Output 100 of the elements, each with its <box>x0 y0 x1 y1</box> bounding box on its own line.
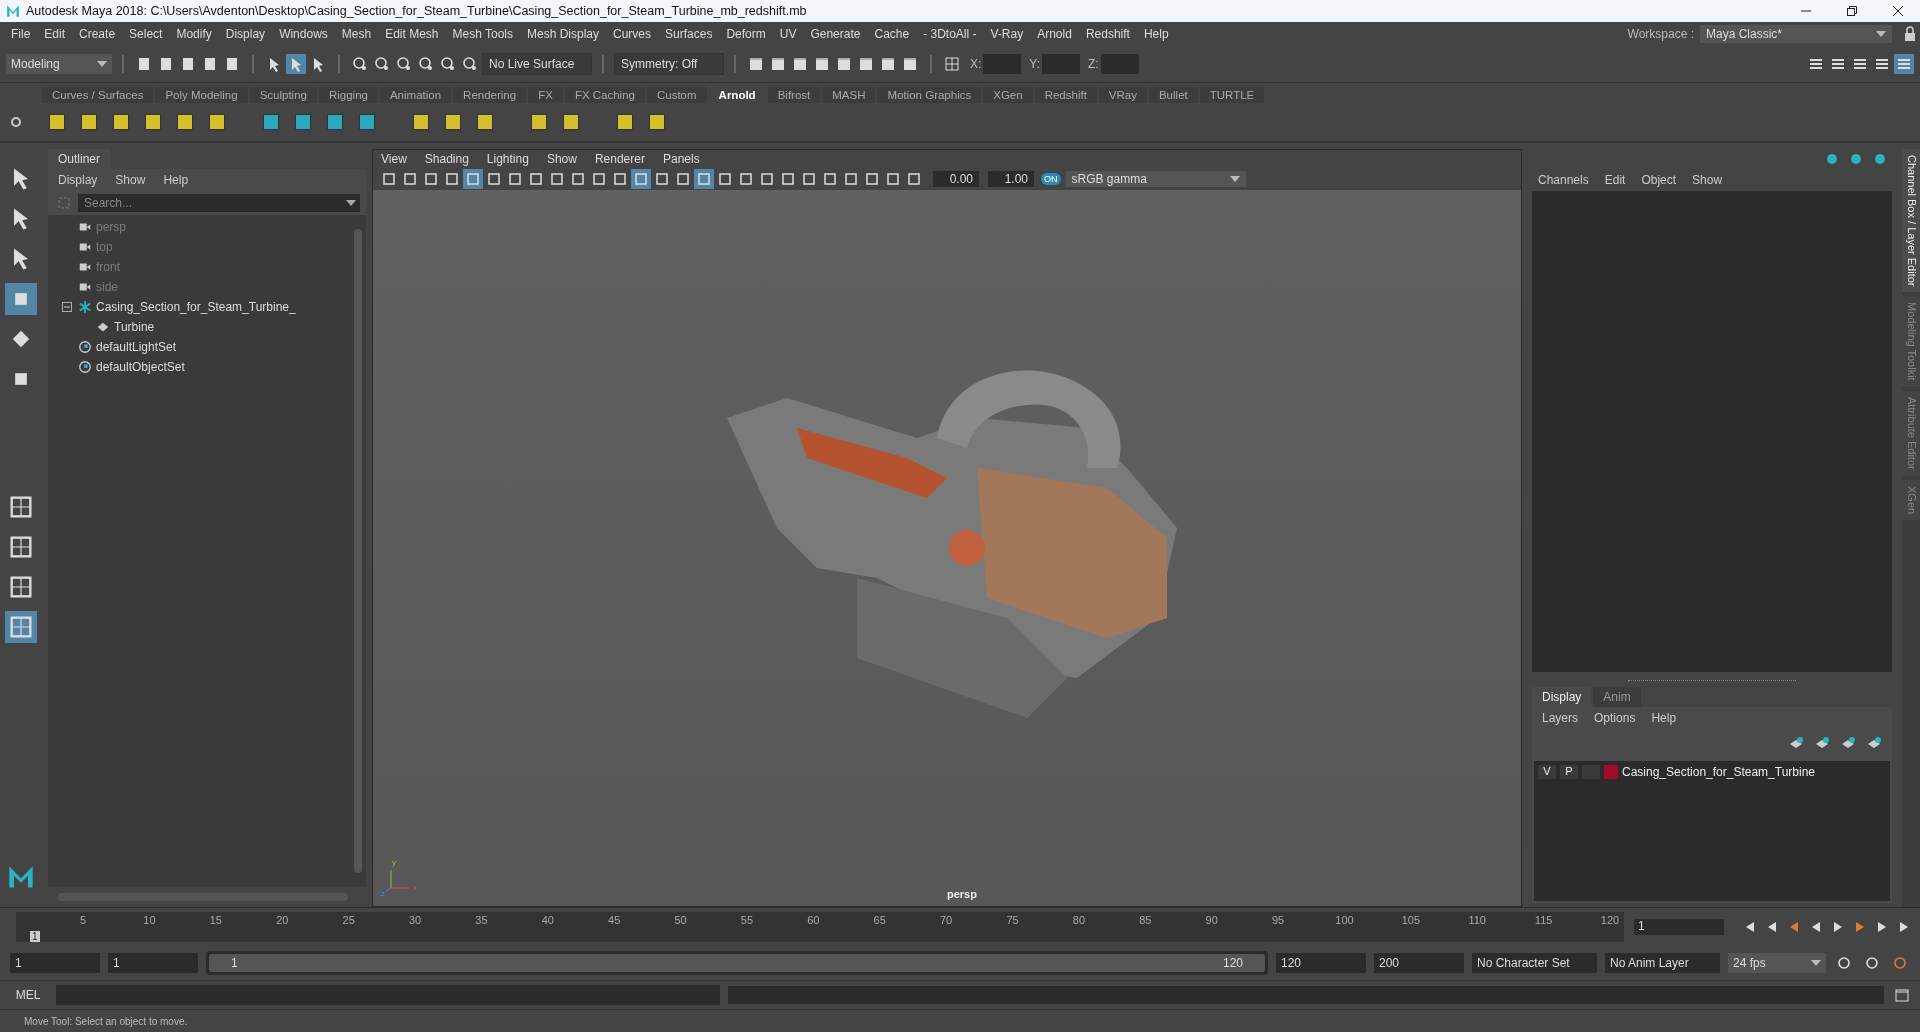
menu-item[interactable]: Surfaces <box>658 27 720 41</box>
menu-item[interactable]: Layers <box>1542 711 1579 725</box>
coordinate-field[interactable] <box>983 54 1022 74</box>
restore-icon[interactable] <box>1846 5 1858 17</box>
menu-item[interactable]: Shading <box>424 152 469 166</box>
shelf-tab[interactable]: MASH <box>822 87 876 103</box>
menu-item[interactable]: Edit Mesh <box>378 27 446 41</box>
shelf-tab[interactable]: Redshift <box>1034 87 1097 103</box>
shelf-tab[interactable]: VRay <box>1098 87 1147 103</box>
coordinate-field[interactable] <box>1042 54 1081 74</box>
menu-item[interactable]: Edit <box>1604 173 1626 187</box>
shelf-tab[interactable]: Sculpting <box>249 87 317 103</box>
shelf-tab[interactable]: Animation <box>379 87 452 103</box>
menu-item[interactable]: Show <box>1692 173 1723 187</box>
menu-item[interactable]: - 3DtoAll - <box>916 27 984 41</box>
coordinate-field[interactable] <box>1100 54 1139 74</box>
mel-language-button[interactable]: MEL <box>8 988 48 1002</box>
color-space-dropdown[interactable]: sRGB gamma <box>1065 171 1246 187</box>
shelf-tab[interactable]: Custom <box>646 87 707 103</box>
time-slider[interactable]: 1 5 10 15 20 25 30 35 40 45 50 55 60 65 70 75 80 85 90 95 100 105 110 115 120 <box>16 912 1624 942</box>
search-field[interactable]: Search... <box>78 194 360 212</box>
menu-item[interactable]: Panels <box>662 152 700 166</box>
menu-item[interactable]: Select <box>122 27 170 41</box>
menu-item[interactable]: Display <box>58 173 98 187</box>
visibility-toggle[interactable]: V <box>1538 765 1556 779</box>
gamma-field[interactable]: 1.00 <box>988 171 1034 187</box>
shelf-tab[interactable]: Rigging <box>318 87 378 103</box>
outliner-tab[interactable]: Outliner <box>48 149 111 169</box>
outliner-item[interactable]: Casing_Section_for_Steam_Turbine_ <box>96 300 296 314</box>
shelf-tab[interactable]: Bullet <box>1148 87 1198 103</box>
character-set-dropdown[interactable]: No Character Set <box>1472 953 1597 973</box>
menu-item[interactable]: Show <box>115 173 146 187</box>
vertical-scrollbar[interactable] <box>354 229 362 873</box>
caret-icon[interactable] <box>346 200 356 206</box>
playback-toggle[interactable]: P <box>1560 765 1578 779</box>
end-frame-field[interactable]: 200 <box>1374 953 1464 973</box>
outliner-item[interactable]: defaultObjectSet <box>96 360 185 374</box>
menu-item[interactable]: Deform <box>719 27 773 41</box>
anim-layer-dropdown[interactable]: No Anim Layer <box>1605 953 1720 973</box>
menu-item[interactable]: Mesh Display <box>520 27 607 41</box>
menu-item[interactable]: View <box>381 152 407 166</box>
menu-item[interactable]: UV <box>772 27 804 41</box>
frame-tick-label: 55 <box>740 914 754 928</box>
mode-dropdown[interactable]: Modeling <box>6 54 112 74</box>
shelf-tab[interactable]: XGen <box>983 87 1033 103</box>
shelf-tab[interactable]: Poly Modeling <box>155 87 248 103</box>
layer-editor-tab[interactable]: Anim <box>1593 687 1641 707</box>
menu-item[interactable]: Windows <box>272 27 335 41</box>
layer-editor-tab[interactable]: Display <box>1532 687 1592 707</box>
menu-item[interactable]: Help <box>163 173 189 187</box>
menu-item[interactable]: Renderer <box>594 152 645 166</box>
symmetry-dropdown[interactable]: Symmetry: Off <box>614 53 724 75</box>
current-frame-marker[interactable]: 1 <box>30 931 40 942</box>
menu-item[interactable]: Help <box>1651 711 1677 725</box>
menu-item[interactable]: Display <box>218 27 273 41</box>
shelf-tab[interactable]: TURTLE <box>1199 87 1265 103</box>
menu-item[interactable]: Curves <box>606 27 659 41</box>
live-surface-field[interactable]: No Live Surface <box>482 53 592 75</box>
menu-item[interactable]: File <box>4 27 38 41</box>
menu-item[interactable]: Options <box>1594 711 1636 725</box>
menu-item[interactable]: Redshift <box>1078 27 1137 41</box>
frame-tick-label: 5 <box>80 914 87 928</box>
menu-item[interactable]: Channels <box>1538 173 1589 187</box>
menu-item[interactable]: Help <box>1136 27 1176 41</box>
shelf-tab[interactable]: Curves / Surfaces <box>42 87 154 103</box>
shelf-tab[interactable]: Motion Graphics <box>877 87 982 103</box>
shelf-tab[interactable]: FX <box>528 87 563 103</box>
outliner-item[interactable]: defaultLightSet <box>96 340 177 354</box>
fps-dropdown[interactable]: 24 fps <box>1728 953 1826 973</box>
shelf-tab[interactable]: Rendering <box>453 87 527 103</box>
close-icon[interactable] <box>1892 5 1904 17</box>
menu-item[interactable]: Generate <box>803 27 868 41</box>
shelf-tab[interactable]: Bifrost <box>767 87 821 103</box>
menu-item[interactable]: Lighting <box>486 152 529 166</box>
transform-icon[interactable] <box>942 54 962 74</box>
menu-item[interactable]: Show <box>546 152 577 166</box>
menu-item[interactable]: Cache <box>867 27 917 41</box>
side-tab[interactable]: Channel Box / Layer Editor <box>1902 149 1920 293</box>
menu-item[interactable]: Edit <box>37 27 73 41</box>
workspace-dropdown[interactable]: Maya Classic* <box>1700 25 1892 43</box>
menu-item[interactable]: Arnold <box>1030 27 1079 41</box>
menu-item[interactable]: V-Ray <box>983 27 1031 41</box>
current-frame-field[interactable]: 1 <box>1634 919 1724 935</box>
playback-start-field[interactable]: 1 <box>108 953 198 973</box>
start-frame-field[interactable]: 1 <box>10 953 100 973</box>
menu-item[interactable]: Modify <box>169 27 219 41</box>
layer-name[interactable]: Casing_Section_for_Steam_Turbine <box>1622 765 1815 779</box>
outliner-item[interactable]: Turbine <box>114 320 155 334</box>
color-management-button[interactable]: ON <box>1041 173 1061 185</box>
menu-item[interactable]: Mesh Tools <box>445 27 520 41</box>
exposure-field[interactable]: 0.00 <box>933 171 979 187</box>
command-input-field[interactable] <box>56 985 720 1005</box>
collapse-icon[interactable] <box>62 302 72 312</box>
layer-color-swatch[interactable] <box>1604 765 1618 779</box>
menu-item[interactable]: Create <box>72 27 123 41</box>
frame-tick-label: 90 <box>1205 914 1218 928</box>
shelf-tab[interactable]: FX Caching <box>564 87 645 103</box>
menu-item[interactable]: Object <box>1641 173 1677 187</box>
playback-end-field[interactable]: 120 <box>1276 953 1366 973</box>
menu-item[interactable]: Mesh <box>334 27 379 41</box>
